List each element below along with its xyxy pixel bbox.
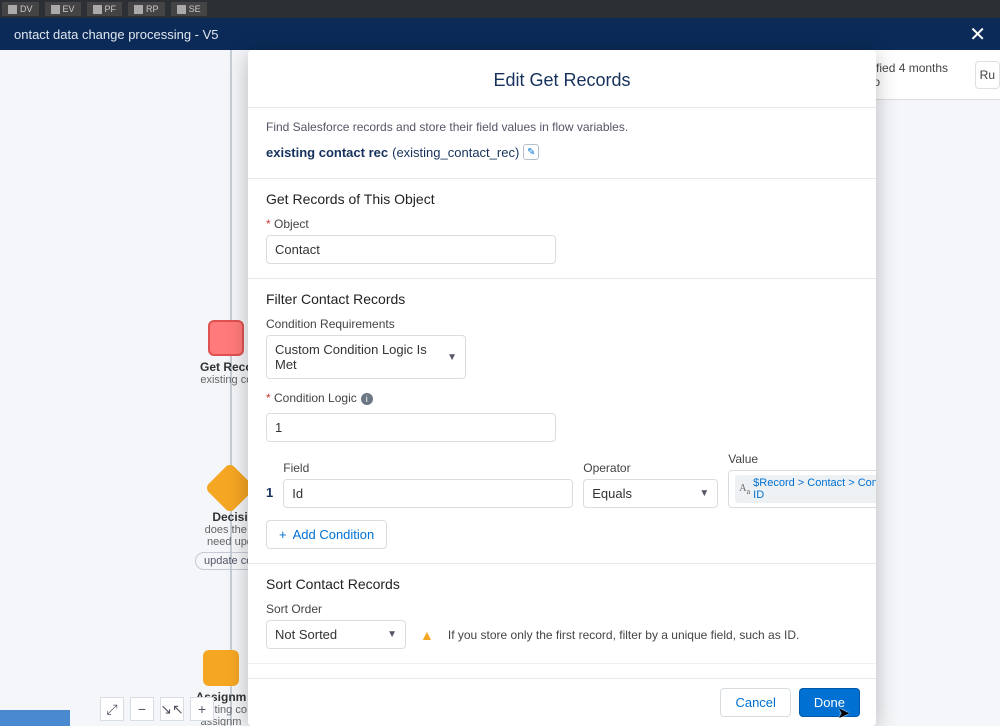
browser-tab-strip: DV EV PF RP SE (0, 0, 1000, 18)
canvas-zoom-toolbar: ⤢ − ↘↖ + (100, 697, 214, 721)
flow-connector-line (230, 50, 232, 726)
record-element-name: existing contact rec (existing_contact_r… (266, 144, 858, 160)
filter-section-heading: Filter Contact Records (266, 291, 858, 307)
cancel-button[interactable]: Cancel (720, 688, 790, 717)
browser-tab[interactable]: RP (128, 2, 165, 16)
add-condition-button[interactable]: + Add Condition (266, 520, 387, 549)
get-records-icon (208, 320, 244, 356)
close-icon[interactable]: ✕ (969, 22, 986, 47)
modal-body: Find Salesforce records and store their … (248, 108, 876, 678)
condition-row: 1 Field Operator Equals▼ Value (266, 452, 858, 508)
header-right-panel: odified 4 months ago Ru (860, 50, 1000, 100)
condition-operator-select[interactable]: Equals▼ (583, 479, 718, 508)
zoom-in-button[interactable]: + (190, 697, 214, 721)
field-column-label: Field (283, 461, 573, 475)
scroll-fade (248, 656, 876, 678)
sort-order-label: Sort Order (266, 602, 858, 616)
page-title: ontact data change processing - V5 (14, 27, 219, 42)
operator-column-label: Operator (583, 461, 718, 475)
info-icon[interactable]: i (361, 393, 373, 405)
sort-section-heading: Sort Contact Records (266, 576, 858, 592)
modal-description: Find Salesforce records and store their … (266, 120, 858, 134)
flow-builder-header: ontact data change processing - V5 ✕ (0, 18, 1000, 50)
condition-logic-input[interactable] (266, 413, 556, 442)
condition-requirements-label: Condition Requirements (266, 317, 858, 331)
assignment-icon (203, 650, 239, 686)
text-type-icon: Aa (739, 483, 750, 496)
run-button[interactable]: Ru (975, 61, 1000, 89)
status-bar-indicator (0, 710, 70, 726)
file-icon (177, 5, 186, 14)
warning-icon: ▲ (420, 627, 434, 643)
value-resource-pill: Aa $Record > Contact > Contact ID ✕ (735, 475, 876, 503)
value-column-label: Value (728, 452, 876, 466)
condition-index: 1 (266, 485, 273, 508)
browser-tab[interactable]: EV (45, 2, 81, 16)
chevron-down-icon: ▼ (699, 488, 709, 499)
file-icon (8, 5, 17, 14)
flow-canvas: odified 4 months ago Ru Get Reco existin… (0, 50, 1000, 726)
condition-requirements-select[interactable]: Custom Condition Logic Is Met▼ (266, 335, 466, 379)
plus-icon: + (279, 527, 287, 542)
sort-warning-text: If you store only the first record, filt… (448, 628, 800, 642)
object-input[interactable] (266, 235, 556, 264)
object-section-heading: Get Records of This Object (266, 191, 858, 207)
browser-tab[interactable]: DV (2, 2, 39, 16)
flow-node-get-records[interactable]: Get Reco existing co (200, 320, 253, 386)
fit-to-screen-button[interactable]: ⤢ (100, 697, 124, 721)
sort-order-select[interactable]: Not Sorted▼ (266, 620, 406, 649)
object-label: Object (266, 217, 858, 231)
condition-logic-label: Condition Logici (266, 391, 858, 405)
condition-field-input[interactable] (283, 479, 573, 508)
collapse-button[interactable]: ↘↖ (160, 697, 184, 721)
chevron-down-icon: ▼ (447, 352, 457, 363)
modal-footer: Cancel Done ➤ (248, 678, 876, 726)
zoom-out-button[interactable]: − (130, 697, 154, 721)
condition-value-input[interactable]: Aa $Record > Contact > Contact ID ✕ (728, 470, 876, 508)
file-icon (51, 5, 60, 14)
browser-tab[interactable]: SE (171, 2, 207, 16)
chevron-down-icon: ▼ (387, 629, 397, 640)
modal-title: Edit Get Records (248, 50, 876, 108)
edit-pencil-icon[interactable]: ✎ (523, 144, 539, 160)
done-button[interactable]: Done (799, 688, 860, 717)
browser-tab[interactable]: PF (87, 2, 123, 16)
edit-get-records-modal: Edit Get Records Find Salesforce records… (248, 50, 876, 726)
cursor-icon: ➤ (837, 704, 850, 722)
file-icon (93, 5, 102, 14)
file-icon (134, 5, 143, 14)
